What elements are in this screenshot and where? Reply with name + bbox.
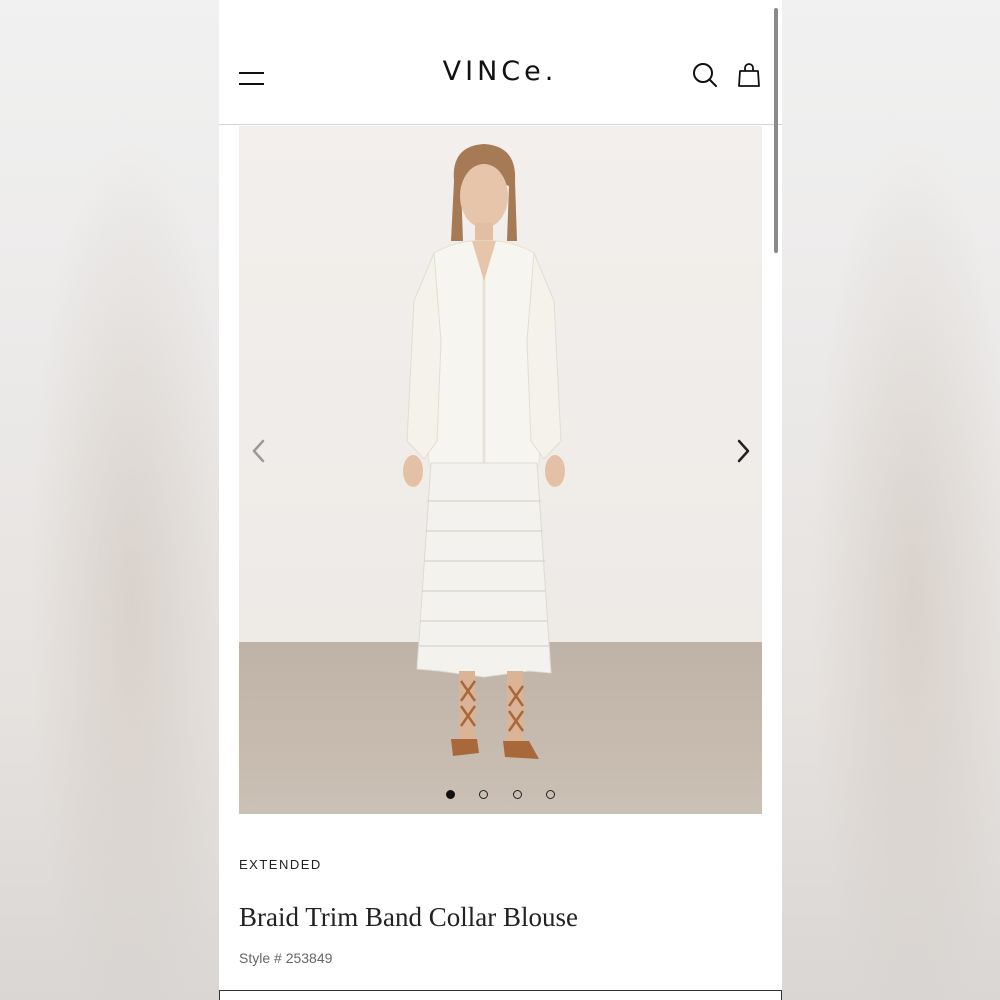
product-category: EXTENDED [239, 857, 322, 872]
carousel-dot[interactable] [546, 790, 556, 800]
size-selector[interactable] [219, 990, 782, 1000]
mobile-page: VINCe. EXTENDED Braid Trim Band Collar B… [219, 0, 782, 1000]
brand-logo[interactable]: VINCe. [339, 56, 661, 87]
scrollbar[interactable] [774, 8, 778, 253]
carousel-dot[interactable] [445, 790, 455, 800]
carousel-dot[interactable] [479, 790, 489, 800]
site-header: VINCe. [219, 0, 782, 125]
product-title: Braid Trim Band Collar Blouse [239, 902, 579, 932]
chevron-right-icon[interactable] [731, 436, 755, 466]
background-blur-right [782, 0, 1000, 1000]
shopping-bag-icon[interactable] [737, 62, 761, 88]
hamburger-menu-icon[interactable] [239, 70, 265, 90]
style-number: Style # 253849 [239, 950, 333, 966]
product-photo-model [403, 144, 565, 759]
chevron-left-icon[interactable] [247, 436, 271, 466]
search-icon[interactable] [692, 62, 718, 88]
carousel-dot[interactable] [512, 790, 522, 800]
background-blur-left [0, 0, 219, 1000]
product-image-gallery[interactable] [239, 126, 762, 814]
carousel-dots [239, 786, 762, 800]
